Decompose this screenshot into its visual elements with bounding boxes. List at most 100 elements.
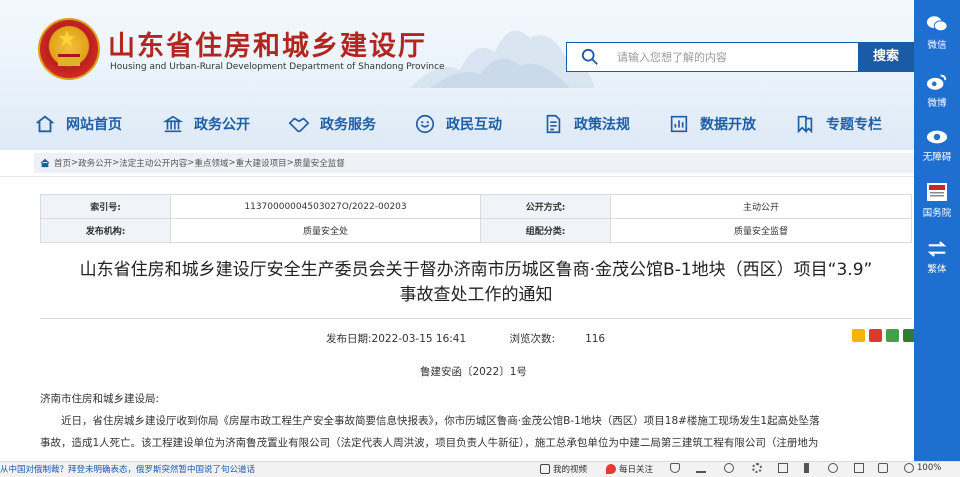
home-icon [36, 115, 54, 133]
breadcrumb-separator: > [112, 158, 120, 168]
state-council-icon [927, 183, 947, 201]
open-mode-label: 公开方式: [480, 194, 611, 219]
building-icon [162, 115, 184, 133]
breadcrumb-separator: > [286, 158, 294, 168]
breadcrumb-item[interactable]: 法定主动公开内容 [119, 157, 187, 169]
category-label: 组配分类: [480, 218, 611, 243]
breadcrumb-item[interactable]: 政务公开 [78, 157, 112, 169]
category-value: 质量安全监督 [610, 218, 912, 243]
national-emblem-icon[interactable]: ★ [38, 18, 100, 80]
nav-item-open-data[interactable]: 数据开放 [668, 113, 794, 135]
nav-item-home[interactable]: 网站首页 [34, 113, 162, 135]
nav-item-gov-affairs[interactable]: 政务公开 [162, 113, 288, 135]
addressee: 济南市住房和城乡建设局: [40, 393, 160, 405]
document-icon [546, 114, 561, 134]
site-subtitle: Housing and Urban-Rural Development Depa… [110, 62, 445, 72]
sidebar-item-label: 国务院 [922, 208, 952, 219]
reader-icon[interactable] [854, 463, 864, 473]
sync-icon[interactable] [828, 463, 838, 473]
index-label: 索引号: [40, 194, 171, 219]
breadcrumb-item[interactable]: 质量安全监督 [294, 157, 345, 169]
share-weibo-icon[interactable] [869, 329, 882, 342]
breadcrumb: 首页 > 政务公开 > 法定主动公开内容 > 重点领域 > 重大建设项目 > 质量安全监督 [34, 153, 914, 173]
publisher-label: 发布机构: [40, 218, 171, 243]
chart-icon [670, 115, 688, 133]
views-label: 浏览次数: [509, 333, 556, 345]
search-button[interactable]: 搜索 [858, 42, 914, 72]
document-meta: 发布日期:2022-03-15 16:41 浏览次数: 116 [326, 331, 605, 346]
sidebar-item-state-council[interactable]: 国务院 [914, 182, 960, 219]
breadcrumb-separator: > [71, 158, 79, 168]
bookmark-icon [797, 115, 813, 134]
flame-icon [606, 464, 616, 474]
sidebar-item-weibo[interactable]: 微博 [914, 72, 960, 109]
right-sidebar: 微信 微博 无障碍 国务院 繁体 [914, 0, 960, 477]
body-paragraph: 事故，造成1人死亡。该工程建设单位为济南鲁茂置业有限公司（法定代表人周洪波，项目… [40, 437, 819, 449]
nav-item-label: 政务公开 [194, 117, 250, 133]
traditional-chinese-icon [927, 241, 947, 257]
status-news-link[interactable]: 从中国对俄制裁？拜登未明确表态，俄罗斯突然暂中国说了句公道话 [0, 463, 255, 475]
search-icon [581, 48, 598, 65]
views-value: 116 [585, 333, 606, 345]
document-title: 山东省住房和城乡建设厅安全生产委员会关于督办济南市历城区鲁商·金茂公馆B-1地块… [40, 258, 912, 308]
publisher-value: 质量安全处 [170, 218, 481, 243]
gear-icon[interactable] [752, 463, 762, 473]
breadcrumb-item[interactable]: 重大建设项目 [236, 157, 287, 169]
breadcrumb-separator: > [187, 158, 195, 168]
weibo-icon [926, 74, 947, 90]
breadcrumb-item[interactable]: 首页 [54, 157, 71, 169]
open-mode-value: 主动公开 [610, 194, 912, 219]
download-icon[interactable] [696, 463, 706, 473]
sidebar-item-traditional[interactable]: 繁体 [914, 240, 960, 275]
document-title-line: 事故查处工作的通知 [399, 285, 553, 305]
nav-item-policy[interactable]: 政策法规 [542, 113, 668, 135]
share-wechat-icon[interactable] [886, 329, 899, 342]
index-value: 11370000004503027O/2022-00203 [170, 194, 481, 219]
sidebar-item-label: 无障碍 [922, 152, 952, 163]
breadcrumb-separator: > [228, 158, 236, 168]
breadcrumb-item[interactable]: 重点领域 [194, 157, 228, 169]
zoom-level[interactable]: 100% [917, 463, 941, 473]
body-paragraph: 近日，省住房城乡建设厅收到你局《房屋市政工程生产安全事故简要信息快报表》，你市历… [61, 415, 820, 427]
date-label: 发布日期: [326, 333, 372, 345]
status-daily-label[interactable]: 每日关注 [619, 463, 653, 475]
nav-item-label: 专题专栏 [826, 117, 882, 133]
zoom-icon [904, 463, 914, 473]
document-body: 济南市住房和城乡建设局: 近日，省住房城乡建设厅收到你局《房屋市政工程生产安全事… [40, 388, 914, 454]
nav-item-label: 数据开放 [700, 117, 756, 133]
document-info-table: 索引号: 11370000004503027O/2022-00203 公开方式:… [40, 194, 912, 243]
interaction-icon [415, 114, 435, 134]
search-box [566, 42, 860, 72]
search-input[interactable] [617, 47, 847, 67]
sidebar-item-wechat[interactable]: 微信 [914, 14, 960, 51]
site-title[interactable]: 山东省住房和城乡建设厅 [108, 24, 427, 63]
sidebar-item-label: 微博 [927, 98, 947, 109]
browser-status-bar: 从中国对俄制裁？拜登未明确表态，俄罗斯突然暂中国说了句公道话 我的视频 每日关注… [0, 461, 960, 477]
document-title-line: 山东省住房和城乡建设厅安全生产委员会关于督办济南市历城区鲁商·金茂公馆B-1地块… [79, 260, 873, 280]
breadcrumb-home-icon [40, 158, 50, 168]
status-video-label[interactable]: 我的视频 [553, 463, 587, 475]
sidebar-item-accessibility[interactable]: 无障碍 [914, 128, 960, 163]
nav-item-interaction[interactable]: 政民互动 [414, 113, 542, 135]
wechat-icon [926, 16, 948, 32]
share-qzone-icon[interactable] [852, 329, 865, 342]
nav-item-special[interactable]: 专题专栏 [794, 113, 894, 135]
theme-icon[interactable] [724, 463, 734, 473]
nav-item-label: 政策法规 [574, 117, 630, 133]
title-divider [40, 318, 912, 319]
volume-icon[interactable] [804, 463, 814, 473]
sound-icon[interactable] [878, 463, 888, 473]
shield-icon[interactable] [670, 463, 680, 473]
nav-item-label: 政务服务 [320, 117, 376, 133]
divider [0, 176, 914, 177]
date-value: 2022-03-15 16:41 [371, 333, 467, 345]
main-nav: 网站首页 政务公开 政务服务 政民互动 政策法规 数据开放 专题专栏 [34, 110, 894, 138]
nav-item-label: 政民互动 [446, 117, 502, 133]
handshake-icon [288, 117, 310, 133]
screenshot-icon[interactable] [778, 463, 788, 473]
accessibility-icon [926, 130, 948, 144]
nav-item-label: 网站首页 [66, 117, 122, 133]
nav-item-gov-service[interactable]: 政务服务 [288, 113, 414, 135]
share-toolbar [852, 329, 916, 342]
sidebar-item-label: 繁体 [927, 264, 947, 275]
